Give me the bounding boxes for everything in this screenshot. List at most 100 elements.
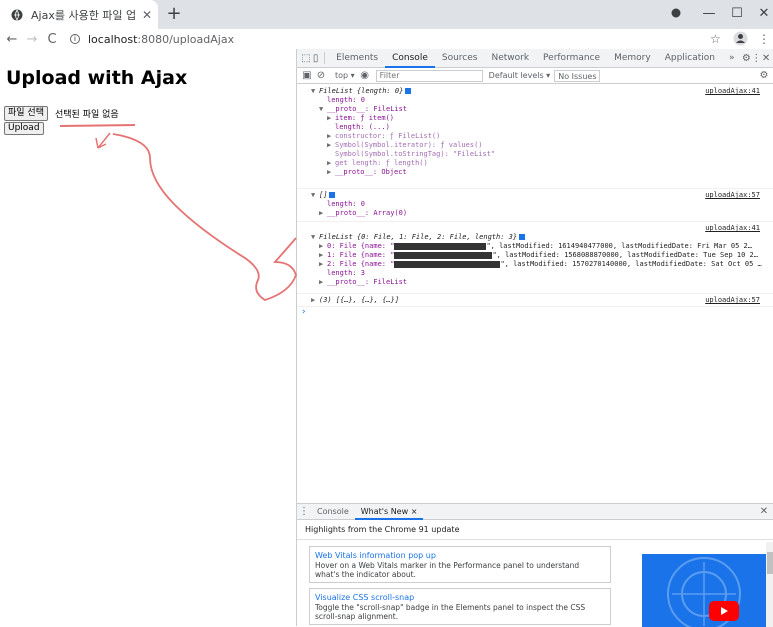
drawer-tab-strip: ⋮ Console What's New × ✕ (297, 504, 773, 520)
log-source-link[interactable]: uploadAjax:41 (705, 224, 760, 233)
drawer-close-icon[interactable]: ✕ (757, 506, 771, 517)
console-filter-input[interactable] (375, 69, 483, 82)
page-title: Upload with Ajax (6, 67, 188, 89)
log-summary-text: FileList {0: File, 1: File, 2: File, len… (319, 233, 518, 241)
file-row[interactable]: ▶ 0: File {name: " ", lastModified: 161494… (297, 242, 773, 251)
context-select[interactable]: top ▾ (332, 71, 358, 80)
log-source-link[interactable]: uploadAjax:57 (705, 191, 760, 200)
settings-gear-icon[interactable]: ⚙ (742, 53, 752, 64)
devtools-panel: ⬚ ▯ Elements Console Sources Network Per… (296, 49, 773, 627)
log-source-link[interactable]: uploadAjax:57 (705, 296, 760, 305)
drawer-menu-icon[interactable]: ⋮ (297, 506, 311, 517)
tab-title: Ajax를 사용한 파일 업로드 (31, 8, 136, 22)
log-summary[interactable]: ▼ FileList {0: File, 1: File, 2: File, le… (297, 233, 773, 242)
log-summary-text: [] (319, 191, 328, 199)
browser-menu-icon[interactable]: ⋮ (758, 32, 770, 46)
bookmark-star-icon[interactable]: ☆ (710, 32, 721, 46)
log-line[interactable]: ▶ __proto__: Object (297, 168, 773, 177)
log-line[interactable]: ▶ __proto__: FileList (297, 278, 773, 287)
file-row[interactable]: ▶ 1: File {name: " ", lastModified: 156808… (297, 251, 773, 260)
info-badge-icon (329, 192, 336, 198)
browser-tab[interactable]: Ajax를 사용한 파일 업로드 ✕ (0, 0, 158, 29)
redacted-filename (394, 251, 493, 259)
account-avatar-icon[interactable] (733, 31, 748, 49)
log-source-row: uploadAjax:41 (297, 224, 773, 233)
url-host: localhost (88, 32, 138, 46)
url-path: :8080/uploadAjax (137, 32, 235, 46)
card-title[interactable]: Visualize CSS scroll-snap (315, 592, 605, 603)
tab-performance[interactable]: Performance (536, 49, 607, 68)
redacted-filename (394, 260, 501, 268)
info-badge-icon (405, 88, 412, 94)
devtools-close-icon[interactable]: ✕ (761, 53, 771, 64)
tab-sources[interactable]: Sources (435, 49, 485, 68)
browser-tab-strip: Ajax를 사용한 파일 업로드 ✕ + — ☐ ✕ (0, 0, 773, 29)
card-title[interactable]: Web Vitals information pop up (315, 550, 605, 561)
whats-new-video-thumbnail[interactable] (642, 554, 766, 627)
globe-icon (10, 8, 24, 22)
log-line: length: 3 (327, 269, 365, 277)
log-line[interactable]: ▼ __proto__: FileList (297, 105, 773, 114)
tab-memory[interactable]: Memory (607, 49, 658, 68)
profile-menu-icon[interactable] (664, 2, 688, 24)
tab-console[interactable]: Console (385, 49, 435, 68)
devtools-drawer: ⋮ Console What's New × ✕ Highlights from… (297, 503, 773, 627)
minimize-icon[interactable]: — (697, 2, 721, 24)
reload-icon[interactable]: C (42, 32, 62, 47)
log-line[interactable]: ▶ item: ƒ item() (297, 114, 773, 123)
issues-badge[interactable]: No Issues (554, 69, 601, 82)
forward-icon[interactable]: → (22, 32, 42, 47)
console-prompt[interactable]: › (297, 307, 773, 319)
card-description: Hover on a Web Vitals marker in the Perf… (315, 561, 580, 579)
log-entry: ▼[] uploadAjax:57 length: 0 ▶ __proto__: … (297, 189, 773, 222)
log-line[interactable]: ▶ __proto__: Array(0) (297, 209, 773, 218)
sidebar-toggle-icon[interactable]: ▣ (300, 70, 314, 81)
whats-new-card[interactable]: Visualize CSS scroll-snap Toggle the "sc… (309, 588, 611, 625)
device-toolbar-icon[interactable]: ▯ (311, 53, 321, 64)
info-badge-icon (519, 234, 526, 240)
console-filter-bar: ▣ ⊘ top ▾ ◉ Default levels ▾ No Issues ⚙ (297, 68, 773, 84)
log-summary[interactable]: ▼ FileList {length: 0} uploadAjax:41 (297, 87, 773, 96)
log-entry: uploadAjax:41 ▼ FileList {0: File, 1: Fil… (297, 222, 773, 294)
tab-application[interactable]: Application (658, 49, 722, 68)
more-tabs-button[interactable]: » (722, 49, 742, 68)
whats-new-card[interactable]: Web Vitals information pop up Hover on a… (309, 546, 611, 583)
url-field[interactable]: i localhost:8080/uploadAjax (70, 29, 234, 49)
file-status-text: 선택된 파일 없음 (55, 110, 119, 120)
upload-button[interactable]: Upload (4, 122, 44, 135)
log-summary[interactable]: ▼[] uploadAjax:57 (297, 191, 773, 200)
log-summary-text: FileList {length: 0} (319, 87, 404, 95)
drawer-tab-whats-new[interactable]: What's New × (354, 504, 424, 520)
log-line[interactable]: ▶ Symbol(Symbol.iterator): ƒ values() (297, 141, 773, 150)
back-icon[interactable]: ← (2, 32, 22, 47)
log-levels-select[interactable]: Default levels ▾ (489, 71, 551, 80)
log-line[interactable]: ▶ get length: ƒ length() (297, 159, 773, 168)
video-graphic (667, 557, 741, 627)
log-line[interactable]: ▶ constructor: ƒ FileList() (297, 132, 773, 141)
new-tab-button[interactable]: + (165, 5, 183, 23)
maximize-icon[interactable]: ☐ (725, 2, 749, 24)
tab-close-icon[interactable]: ✕ (136, 8, 158, 22)
log-line: Symbol(Symbol.toStringTag): "FileList" (335, 150, 496, 158)
devtools-menu-icon[interactable]: ⋮ (751, 53, 761, 64)
file-row[interactable]: ▶ 2: File {name: " ", lastModified: 157027… (297, 260, 773, 269)
log-entry: ▶ (3) [{…}, {…}, {…}] uploadAjax:57 (297, 294, 773, 307)
devtools-toolbar: ⬚ ▯ Elements Console Sources Network Per… (297, 49, 773, 68)
log-line[interactable]: length: (...) (297, 123, 773, 132)
log-line: length: 0 (327, 96, 365, 104)
tab-elements[interactable]: Elements (329, 49, 385, 68)
info-icon[interactable]: i (70, 34, 80, 44)
clear-console-icon[interactable]: ⊘ (314, 70, 328, 81)
tab-network[interactable]: Network (484, 49, 536, 68)
window-close-icon[interactable]: ✕ (752, 2, 773, 24)
drawer-scroll-thumb[interactable] (767, 552, 773, 574)
live-expression-eye-icon[interactable]: ◉ (358, 70, 372, 81)
log-source-link[interactable]: uploadAjax:41 (705, 87, 760, 96)
address-bar: ← → C i localhost:8080/uploadAjax ☆ ⋮ (0, 29, 773, 49)
youtube-play-icon[interactable] (709, 601, 739, 621)
console-settings-gear-icon[interactable]: ⚙ (757, 70, 771, 81)
log-summary[interactable]: ▶ (3) [{…}, {…}, {…}] uploadAjax:57 (297, 296, 773, 305)
inspect-element-icon[interactable]: ⬚ (301, 53, 311, 64)
choose-file-button[interactable]: 파일 선택 (4, 106, 48, 121)
drawer-tab-console[interactable]: Console (311, 504, 355, 520)
